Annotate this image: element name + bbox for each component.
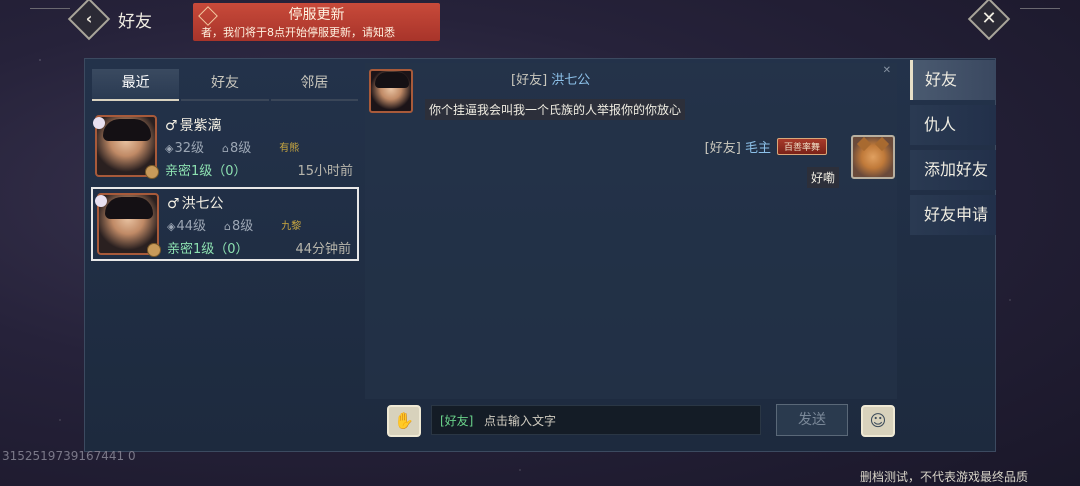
chevron-left-icon: ‹ <box>85 9 93 28</box>
male-icon: ♂ <box>165 118 178 134</box>
level-icon: ◈ <box>165 142 174 155</box>
channel-tag: [好友] <box>704 141 741 156</box>
intimacy: 亲密1级（0） <box>167 242 249 257</box>
notice-title: 停服更新 <box>288 7 345 23</box>
level: ◈32级 <box>165 141 205 156</box>
avatar[interactable] <box>369 69 413 113</box>
list-tabs: 最近 好友 邻居 <box>91 69 359 101</box>
friend-stats: ◈32级 ⌂8级 有熊 <box>165 137 299 156</box>
friends-panel: 最近 好友 邻居 ♂ 景紫漓 ◈32级 ⌂8级 有熊 亲密1级（0） 15小时前 … <box>84 58 996 452</box>
home-level: ⌂8级 <box>224 219 254 234</box>
clan-badge: 九黎 <box>281 221 302 232</box>
message-bubble: 好嘞 <box>806 167 839 188</box>
decoration <box>30 8 70 28</box>
channel-tag: [好友] <box>511 73 548 88</box>
avatar[interactable] <box>851 135 895 179</box>
smiley-icon: ☺ <box>869 411 887 430</box>
friend-name-line: ♂ 景紫漓 <box>165 115 222 135</box>
page-title: 好友 <box>118 12 152 32</box>
close-icon: ✕ <box>981 8 997 29</box>
last-seen: 44分钟前 <box>295 242 351 257</box>
tab-friend-requests[interactable]: 好友申请 <box>910 195 996 235</box>
close-button[interactable]: ✕ <box>967 0 1011 41</box>
tab-neighbors[interactable]: 邻居 <box>270 69 358 101</box>
intimacy: 亲密1级（0） <box>165 164 247 179</box>
house-icon: ⌂ <box>222 142 229 155</box>
tab-add-friend[interactable]: 添加好友 <box>910 150 996 190</box>
microphone-icon: ✋ <box>394 411 414 430</box>
tab-friends[interactable]: 好友 <box>181 69 269 101</box>
avatar <box>93 115 159 179</box>
tab-recent[interactable]: 最近 <box>92 69 180 101</box>
footer-disclaimer: 删档测试，不代表游戏最终品质 <box>859 470 1028 484</box>
avatar <box>95 193 161 257</box>
level: ◈44级 <box>167 219 207 234</box>
friend-row-selected[interactable]: ♂ 洪七公 ◈44级 ⌂8级 九黎 亲密1级（0） 44分钟前 <box>91 187 359 261</box>
send-button[interactable]: 发送 <box>776 404 848 436</box>
message-header: [好友] 洪七公 <box>511 69 590 88</box>
level-icon: ◈ <box>167 220 176 233</box>
friend-name: 景紫漓 <box>179 118 222 134</box>
clan-badge: 有熊 <box>279 143 300 154</box>
chat-area[interactable]: ✕ [好友] 洪七公 你个挂逼我会叫我一个氏族的人举报你的你放心 [好友] 毛主… <box>365 63 897 399</box>
friend-row[interactable]: ♂ 景紫漓 ◈32级 ⌂8级 有熊 亲密1级（0） 15小时前 <box>91 111 359 185</box>
home-level: ⌂8级 <box>222 141 252 156</box>
message-bubble: 你个挂逼我会叫我一个氏族的人举报你的你放心 <box>425 99 686 120</box>
tab-friends-side[interactable]: 好友 <box>910 60 996 100</box>
side-tabs: 好友 仇人 添加好友 好友申请 <box>910 60 996 240</box>
close-icon[interactable]: ✕ <box>883 65 891 76</box>
tab-enemies[interactable]: 仇人 <box>910 105 996 145</box>
message-input[interactable]: [好友] 点击输入文字 <box>431 405 761 435</box>
notice-text: 者，我们将于8点开始停服更新，请知悉 <box>201 26 395 39</box>
input-placeholder: 点击输入文字 <box>484 414 557 428</box>
friend-name-line: ♂ 洪七公 <box>167 193 224 213</box>
title-badge: 百善率舞 <box>776 138 827 155</box>
friend-list-column: 最近 好友 邻居 ♂ 景紫漓 ◈32级 ⌂8级 有熊 亲密1级（0） 15小时前 … <box>85 59 365 451</box>
friend-name: 洪七公 <box>181 196 224 212</box>
male-icon: ♂ <box>167 196 180 212</box>
emoji-button[interactable]: ☺ <box>861 405 895 437</box>
back-button[interactable]: ‹ <box>67 0 111 41</box>
decoration <box>1020 8 1060 28</box>
last-seen: 15小时前 <box>297 164 353 179</box>
sender-name[interactable]: 洪七公 <box>551 73 590 88</box>
message-header: [好友] 毛主 百善率舞 <box>705 137 827 156</box>
house-icon: ⌂ <box>224 220 231 233</box>
watermark: 3152519739167441 0 <box>2 449 136 463</box>
top-bar: ‹ 好友 停服更新 者，我们将于8点开始停服更新，请知悉 ✕ <box>0 0 1080 41</box>
input-channel-tag: [好友] <box>440 414 474 428</box>
voice-button[interactable]: ✋ <box>387 405 421 437</box>
sender-name[interactable]: 毛主 <box>745 141 771 156</box>
friend-stats: ◈44级 ⌂8级 九黎 <box>167 215 301 234</box>
maintenance-notice: 停服更新 者，我们将于8点开始停服更新，请知悉 <box>193 3 440 41</box>
